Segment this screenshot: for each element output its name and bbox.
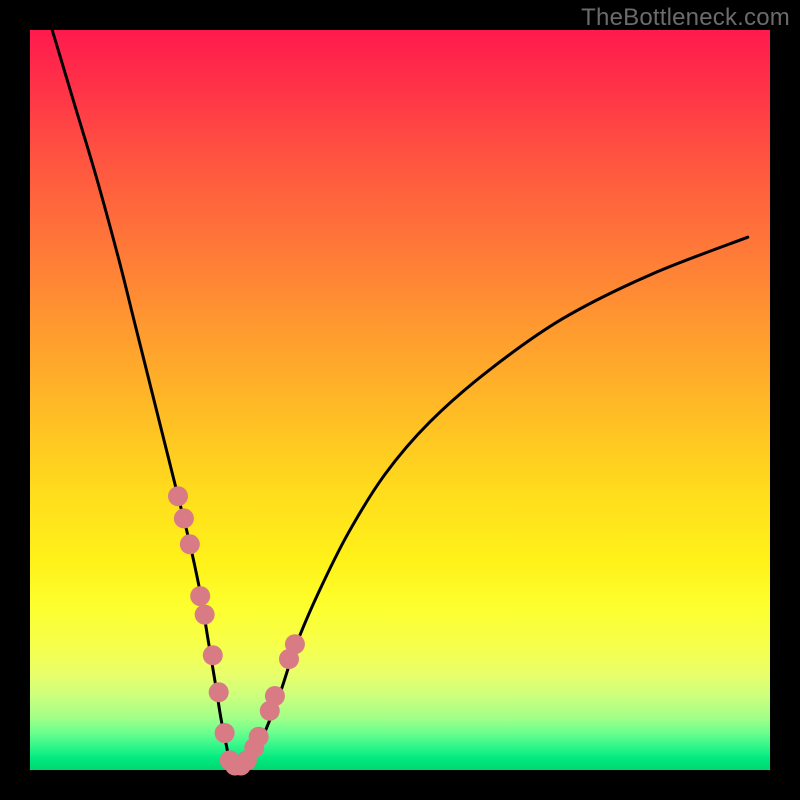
highlight-dot xyxy=(209,682,229,702)
highlight-dot xyxy=(168,486,188,506)
highlight-dot xyxy=(285,634,305,654)
highlight-dots xyxy=(168,486,305,775)
watermark-label: TheBottleneck.com xyxy=(581,4,790,32)
curve-svg xyxy=(30,30,770,770)
chart-frame: TheBottleneck.com xyxy=(0,0,800,800)
bottleneck-curve xyxy=(52,30,748,768)
highlight-dot xyxy=(249,727,269,747)
plot-area xyxy=(30,30,770,770)
highlight-dot xyxy=(215,723,235,743)
highlight-dot xyxy=(174,508,194,528)
highlight-dot xyxy=(203,645,223,665)
highlight-dot xyxy=(265,686,285,706)
highlight-dot xyxy=(190,586,210,606)
highlight-dot xyxy=(195,605,215,625)
highlight-dot xyxy=(180,534,200,554)
